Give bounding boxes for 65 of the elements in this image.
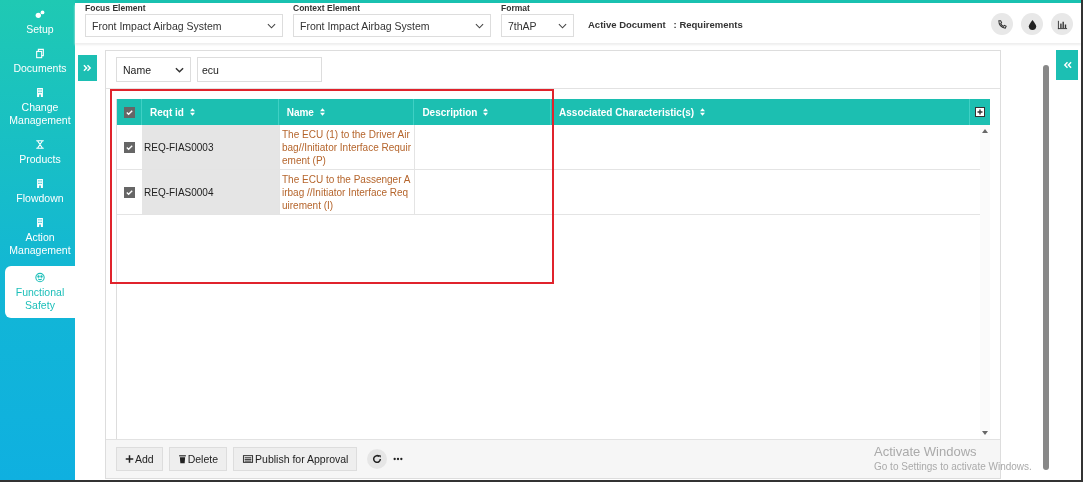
dropdown[interactable]: Front Impact Airbag System xyxy=(85,14,283,37)
sidebar-item[interactable]: Change Management xyxy=(5,84,75,136)
field-label: Context Element xyxy=(293,3,362,14)
active-document-label: Active Document xyxy=(588,19,666,30)
field-label: Format xyxy=(501,3,531,14)
activation-title: Activate Windows xyxy=(874,444,978,459)
search-field[interactable]: ecu xyxy=(197,57,322,82)
row-checkbox[interactable] xyxy=(124,141,135,153)
double-chevron-left-icon xyxy=(1062,61,1072,69)
active-document-value: : Requirements xyxy=(673,19,743,30)
scroll-up-icon[interactable] xyxy=(982,129,988,133)
table-cell: The ECU (1) to the Driver Airbag//Initiator Interface Requirement (P) xyxy=(279,125,415,169)
refresh-button[interactable] xyxy=(367,449,388,469)
chart-button[interactable] xyxy=(1051,13,1073,35)
building-icon xyxy=(35,217,45,228)
table-cell: The ECU to the Passenger Airbag //Initiator Interface Requirement (I) xyxy=(279,170,415,214)
phone-button[interactable] xyxy=(991,13,1013,35)
hourglass-icon xyxy=(35,139,45,150)
dropdown[interactable]: 7thAP xyxy=(501,14,574,37)
sort-icon xyxy=(189,108,195,116)
add-button[interactable]: Add xyxy=(116,447,163,471)
face-icon xyxy=(35,272,45,283)
caret-icon xyxy=(475,22,484,29)
table-cell: REQ-FIAS0003 xyxy=(142,125,279,169)
more-icon[interactable] xyxy=(393,457,404,461)
column-header[interactable]: Associated Characteristic(s) xyxy=(551,99,971,125)
select-all-checkbox[interactable] xyxy=(123,106,135,118)
sidebar-item[interactable]: Documents xyxy=(5,45,75,84)
row-checkbox[interactable] xyxy=(124,186,135,198)
sort-icon xyxy=(700,108,706,116)
dropdown[interactable]: Front Impact Airbag System xyxy=(293,14,491,37)
field-label: Focus Element xyxy=(85,3,147,14)
plus-icon xyxy=(125,454,134,464)
sidebar-item[interactable]: Flowdown xyxy=(5,175,75,214)
list-icon xyxy=(242,454,255,464)
add-column-icon[interactable] xyxy=(975,107,985,117)
sidebar-item[interactable]: Products xyxy=(5,136,75,175)
publish-button[interactable]: Publish for Approval xyxy=(233,447,358,471)
column-header[interactable]: Name xyxy=(278,99,415,125)
scroll-down-icon[interactable] xyxy=(982,431,988,435)
trash-icon xyxy=(177,454,187,464)
sort-icon xyxy=(483,108,489,116)
caret-icon xyxy=(267,22,276,29)
table-cell: REQ-FIAS0004 xyxy=(142,170,279,214)
droplet-icon xyxy=(1026,18,1038,30)
phone-icon xyxy=(996,18,1008,30)
double-chevron-right-icon xyxy=(83,64,92,72)
delete-button[interactable]: Delete xyxy=(168,447,228,471)
building-icon xyxy=(35,87,45,98)
filter-dropdown[interactable]: Name xyxy=(116,57,191,82)
column-header[interactable]: Description xyxy=(414,99,552,125)
refresh-icon xyxy=(372,454,383,464)
sort-icon xyxy=(319,108,325,116)
sidebar-item[interactable]: Functional Safety xyxy=(5,266,75,318)
activation-message: Go to Settings to activate Windows. xyxy=(874,461,1032,472)
copy-icon xyxy=(35,48,45,59)
page-scrollbar[interactable] xyxy=(1043,65,1049,470)
droplet-button[interactable] xyxy=(1021,13,1043,35)
caret-icon xyxy=(558,22,567,29)
bar-chart-icon xyxy=(1056,18,1068,30)
caret-icon xyxy=(175,66,184,73)
building-icon xyxy=(35,178,45,189)
sidebar-item[interactable]: Action Management xyxy=(5,214,75,266)
sidebar-item[interactable]: Setup xyxy=(5,6,75,45)
scrollbar[interactable] xyxy=(980,125,990,439)
